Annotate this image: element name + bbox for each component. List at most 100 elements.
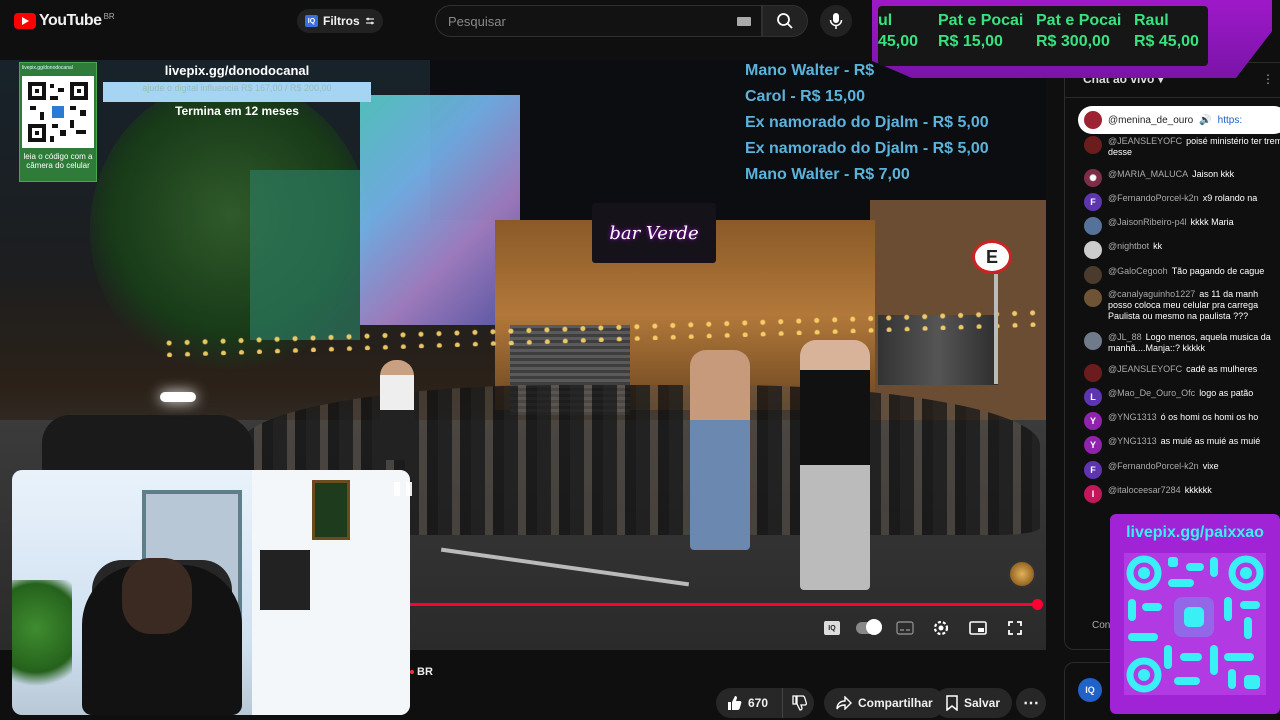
video-headlight [160, 392, 196, 402]
chat-text: kk [1153, 241, 1163, 251]
chat-username[interactable]: @FernandoPorcel-k2n [1108, 193, 1199, 203]
save-button[interactable]: Salvar [934, 688, 1013, 718]
chat-avatar[interactable]: Y [1084, 436, 1102, 454]
region-dot [410, 670, 414, 674]
chat-username[interactable]: @nightbot [1108, 241, 1149, 251]
chat-avatar[interactable] [1084, 241, 1102, 259]
chat-username[interactable]: @YNG1313 [1108, 436, 1157, 446]
chat-message[interactable]: F @FernandoPorcel-k2n x9 rolando na [1084, 193, 1280, 211]
search-button[interactable] [762, 5, 808, 37]
search-box [435, 5, 762, 37]
chat-username[interactable]: @JL_88 [1108, 332, 1142, 342]
chat-username[interactable]: @JaisonRibeiro-p4l [1108, 217, 1187, 227]
chat-avatar[interactable] [1084, 217, 1102, 235]
share-button[interactable]: Compartilhar [824, 688, 945, 718]
chat-message[interactable]: Y @YNG1313 ó os homi os homi os ho [1084, 412, 1280, 430]
chat-message-body: @nightbot kk [1108, 241, 1280, 259]
mic-icon [829, 13, 843, 29]
livepix-url: livepix.gg/donodocanal [164, 63, 310, 78]
iq-icon[interactable]: IQ [1078, 678, 1102, 702]
chat-avatar[interactable] [1084, 266, 1102, 284]
chat-username[interactable]: @YNG1313 [1108, 412, 1157, 422]
filter-button[interactable]: IQ Filtros [297, 9, 383, 33]
chat-text: Tão pagando de cague [1171, 266, 1265, 276]
dislike-button[interactable] [782, 688, 814, 718]
chat-text: Jaison kkk [1192, 169, 1235, 179]
chat-message[interactable]: @JEANSLEYOFC poisé ministério ter trem de… [1084, 136, 1280, 158]
donation-qr-code [22, 76, 94, 148]
logo-region: BR [103, 11, 115, 21]
autoplay-toggle-knob [866, 619, 882, 635]
chat-message[interactable]: F @FernandoPorcel-k2n vixe [1084, 461, 1280, 479]
chat-message[interactable]: Y @YNG1313 as muié as muié as muié [1084, 436, 1280, 454]
chat-message[interactable]: ✺ @MARIA_MALUCA Jaison kkk [1084, 169, 1280, 187]
miniplayer-button[interactable] [966, 617, 990, 639]
iq-control-button[interactable]: IQ [820, 617, 844, 639]
pinned-user: @menina_de_ouro [1108, 114, 1194, 126]
chat-message[interactable]: @JEANSLEYOFC cadê as mulheres [1084, 364, 1280, 382]
chat-message[interactable]: @JL_88 Logo menos, aquela musica da manhã… [1084, 332, 1280, 354]
chat-message-body: @GaloCegooh Tão pagando de cague [1108, 266, 1280, 284]
chat-message[interactable]: @GaloCegooh Tão pagando de cague [1084, 266, 1280, 284]
chat-menu-icon[interactable]: ⋮ [1262, 72, 1274, 86]
chat-avatar[interactable] [1084, 289, 1102, 307]
chat-avatar[interactable] [1084, 332, 1102, 350]
chat-avatar[interactable]: F [1084, 193, 1102, 211]
share-label: Compartilhar [858, 696, 933, 710]
qr-code-icon [1126, 555, 1264, 693]
youtube-logo[interactable]: YouTube BR [14, 12, 115, 30]
chat-text: kkkkkk [1184, 485, 1212, 495]
fullscreen-button[interactable] [1003, 617, 1027, 639]
top-donor-entry: ul 45,00 [878, 10, 918, 52]
chat-username[interactable]: @JEANSLEYOFC [1108, 136, 1182, 146]
like-button[interactable]: 670 [716, 688, 778, 718]
chat-message-body: @FernandoPorcel-k2n x9 rolando na [1108, 193, 1280, 211]
chat-text: cadê as mulheres [1186, 364, 1258, 374]
chat-username[interactable]: @GaloCegooh [1108, 266, 1168, 276]
iq-icon: IQ [305, 15, 318, 27]
keyboard-icon[interactable] [737, 17, 751, 26]
chat-message[interactable]: @canalyaguinho1227 as 11 da manh posso co… [1084, 289, 1280, 322]
donation-item: Mano Walter - R$ 7,00 [745, 166, 910, 183]
chat-avatar[interactable]: L [1084, 388, 1102, 406]
pinned-link[interactable]: https: [1218, 115, 1242, 126]
video-wall [250, 170, 360, 340]
livepix-qr-title: livepix.gg/paixxao [1126, 524, 1264, 541]
chat-avatar[interactable]: F [1084, 461, 1102, 479]
channel-watermark[interactable] [1008, 560, 1036, 588]
chat-text: ó os homi os homi os ho [1160, 412, 1259, 422]
sliders-icon [365, 17, 374, 25]
chat-message[interactable]: @nightbot kk [1084, 241, 1280, 259]
settings-button[interactable] [929, 617, 953, 639]
more-actions-button[interactable]: ⋯ [1016, 688, 1046, 718]
search-input[interactable] [448, 13, 718, 29]
chat-avatar[interactable]: ✺ [1084, 169, 1102, 187]
chat-message[interactable]: L @Mao_De_Ouro_Ofc logo as patão [1084, 388, 1280, 406]
bar-sign: bar Verde [592, 203, 716, 263]
pinned-message[interactable]: @menina_de_ouro 🔊 https: [1078, 106, 1280, 134]
chat-username[interactable]: @canalyaguinho1227 [1108, 289, 1195, 299]
chat-message[interactable]: @JaisonRibeiro-p4l kkkk Maria [1084, 217, 1280, 235]
iq-icon: IQ [824, 621, 840, 635]
subtitles-button[interactable] [893, 617, 917, 639]
chat-username[interactable]: @italoceesar7284 [1108, 485, 1181, 495]
chat-avatar[interactable]: Y [1084, 412, 1102, 430]
chat-username[interactable]: @JEANSLEYOFC [1108, 364, 1182, 374]
chat-avatar[interactable]: I [1084, 485, 1102, 503]
speaker-icon: 🔊 [1199, 114, 1212, 126]
chat-avatar[interactable] [1084, 364, 1102, 382]
chat-username[interactable]: @Mao_De_Ouro_Ofc [1108, 388, 1195, 398]
video-person [690, 350, 750, 550]
subtitles-icon [896, 621, 914, 635]
voice-search-button[interactable] [820, 5, 852, 37]
thumbs-down-icon [791, 695, 807, 711]
top-donor-amount: R$ 15,00 [938, 33, 1003, 50]
chat-username[interactable]: @FernandoPorcel-k2n [1108, 461, 1199, 471]
progress-bar[interactable] [410, 603, 1038, 606]
chat-username[interactable]: @MARIA_MALUCA [1108, 169, 1188, 179]
progress-scrubber[interactable] [1032, 599, 1043, 610]
chat-avatar[interactable] [1084, 136, 1102, 154]
pixel-decoration [394, 482, 424, 496]
chat-message[interactable]: I @italoceesar7284 kkkkkk [1084, 485, 1280, 503]
chat-message-body: @JEANSLEYOFC poisé ministério ter trem de… [1108, 136, 1280, 158]
